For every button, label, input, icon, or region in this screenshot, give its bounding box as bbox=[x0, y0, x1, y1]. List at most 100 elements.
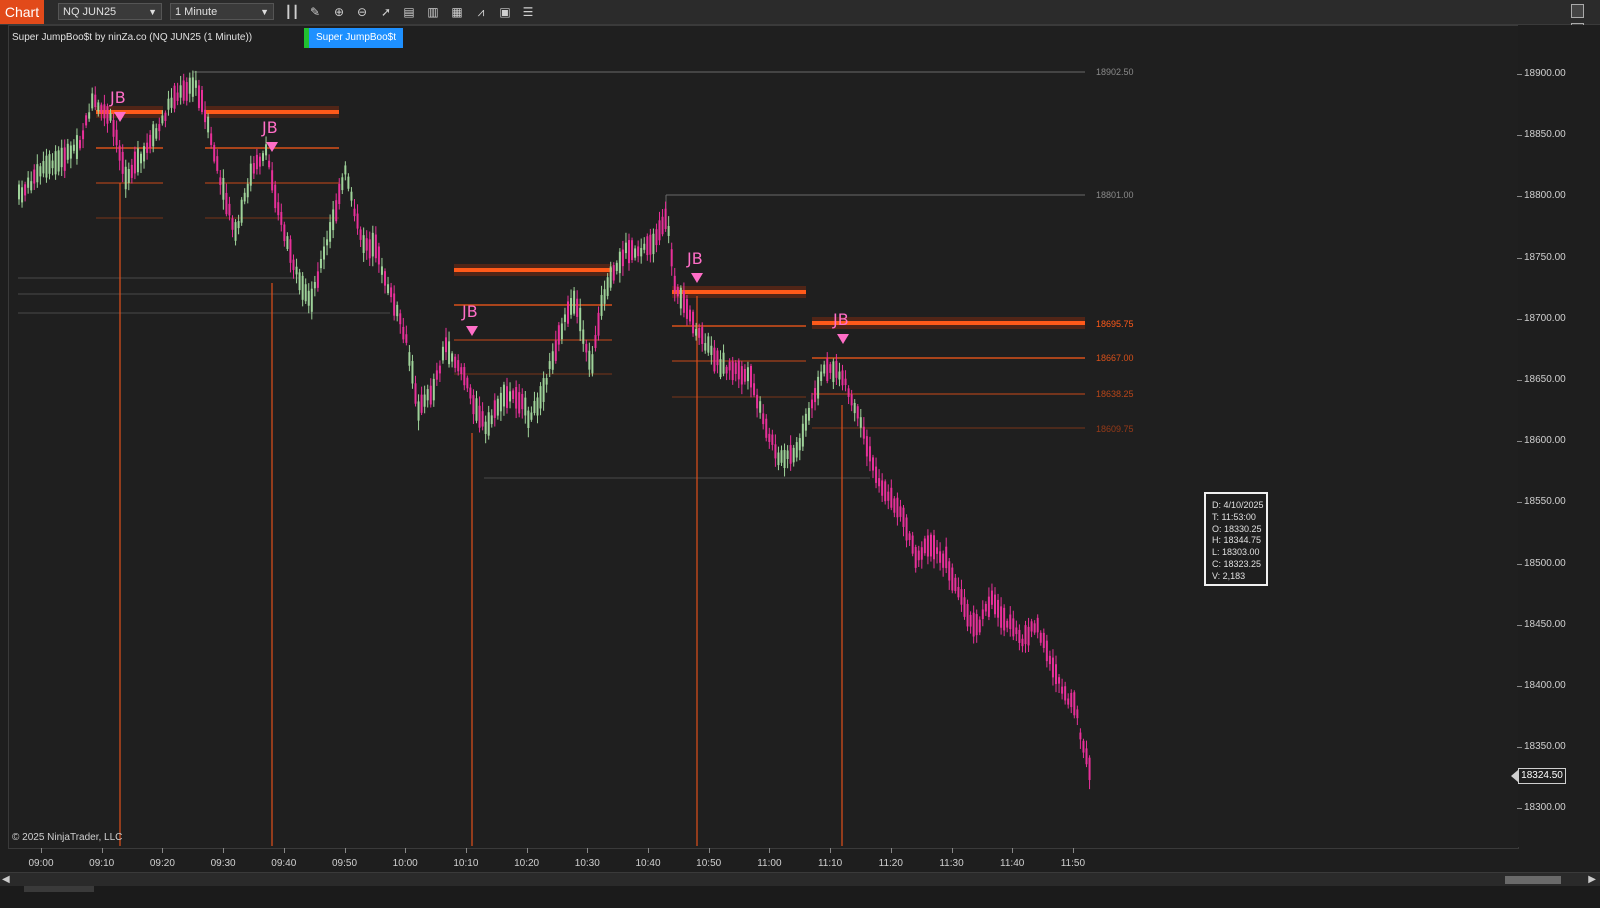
candle-body bbox=[740, 366, 743, 385]
candle-body bbox=[460, 367, 463, 374]
candle-body bbox=[887, 491, 890, 501]
candle-body bbox=[18, 184, 20, 200]
candle-body bbox=[390, 287, 393, 298]
candle-body bbox=[926, 535, 929, 557]
candle-body bbox=[695, 329, 698, 336]
candle-body bbox=[582, 329, 585, 344]
candle-body bbox=[277, 202, 280, 216]
candle-body bbox=[975, 614, 978, 636]
candle-body bbox=[804, 413, 807, 431]
candle-body bbox=[682, 291, 685, 313]
candle-body bbox=[356, 213, 359, 229]
candle-body bbox=[127, 169, 130, 183]
candle-body bbox=[997, 599, 1000, 618]
indicator-button[interactable]: Super JumpBoo$t bbox=[304, 28, 403, 48]
time-axis-label: 10:40 bbox=[635, 858, 661, 869]
candle-body bbox=[130, 164, 133, 178]
candle-body bbox=[780, 450, 783, 463]
candle-body bbox=[481, 411, 484, 427]
candle-body bbox=[1045, 640, 1048, 662]
jb-signal-label: JB bbox=[262, 118, 278, 137]
chart-tab[interactable] bbox=[24, 886, 94, 892]
data-box-time: T: 11:53:00 bbox=[1212, 511, 1256, 522]
candle-body bbox=[1079, 732, 1082, 740]
candle-body bbox=[152, 124, 155, 147]
scroll-thumb[interactable] bbox=[1505, 876, 1561, 884]
candle-body bbox=[893, 498, 896, 513]
candle-body bbox=[237, 221, 240, 229]
candle-body bbox=[423, 394, 426, 407]
candle-body bbox=[124, 166, 127, 190]
candle-body bbox=[847, 388, 850, 397]
candle-body bbox=[255, 154, 258, 170]
price-axis-label: 18750.00 bbox=[1524, 251, 1566, 263]
time-axis-tick bbox=[1072, 848, 1074, 853]
candle-body bbox=[210, 133, 213, 145]
candle-body bbox=[573, 290, 576, 314]
candle-body bbox=[347, 176, 350, 189]
time-axis-tick bbox=[951, 848, 953, 853]
candle-body bbox=[807, 407, 810, 421]
candle-body bbox=[768, 433, 771, 442]
candle-body bbox=[963, 597, 966, 617]
candle-body bbox=[631, 240, 634, 260]
time-axis-label: 09:30 bbox=[210, 858, 236, 869]
candle-body bbox=[640, 247, 643, 257]
candle-body bbox=[384, 271, 386, 286]
candle-body bbox=[106, 106, 109, 124]
candle-body bbox=[1033, 623, 1036, 633]
time-axis-tick bbox=[526, 848, 528, 853]
level-label: 18902.50 bbox=[1096, 67, 1134, 77]
candle-body bbox=[274, 184, 277, 209]
candle-body bbox=[890, 487, 893, 508]
candle-body bbox=[518, 392, 521, 414]
time-axis-label: 10:10 bbox=[453, 858, 479, 869]
candle-body bbox=[1018, 629, 1021, 643]
horizontal-scrollbar[interactable]: ◀ ▶ bbox=[0, 872, 1600, 887]
candle-body bbox=[323, 246, 325, 260]
sell-arrow-icon bbox=[837, 334, 849, 344]
time-axis-label: 11:50 bbox=[1060, 858, 1086, 869]
candle-body bbox=[1027, 626, 1030, 646]
candle-body bbox=[609, 266, 612, 288]
candle-body bbox=[689, 309, 691, 322]
candle-body bbox=[539, 386, 542, 409]
candle-body bbox=[841, 370, 844, 386]
sell-arrow-icon bbox=[266, 142, 278, 152]
candle-body bbox=[344, 165, 347, 175]
price-axis-tick bbox=[1517, 808, 1522, 810]
candle-body bbox=[472, 395, 475, 415]
candle-body bbox=[393, 293, 396, 316]
scroll-right-icon[interactable]: ▶ bbox=[1588, 874, 1596, 885]
candle-body bbox=[499, 392, 502, 412]
candle-body bbox=[960, 589, 963, 605]
candle-body bbox=[783, 449, 786, 469]
candle-body bbox=[216, 156, 219, 171]
candle-body bbox=[222, 177, 225, 200]
candle-body bbox=[1085, 748, 1088, 765]
time-axis-label: 09:20 bbox=[149, 858, 175, 869]
jb-signal-label: JB bbox=[110, 88, 126, 107]
candle-body bbox=[1051, 657, 1054, 678]
candle-body bbox=[637, 246, 640, 257]
time-axis-label: 10:00 bbox=[392, 858, 418, 869]
candle-body bbox=[725, 366, 728, 374]
candle-body bbox=[750, 365, 752, 388]
candle-body bbox=[350, 191, 353, 201]
candle-body bbox=[332, 209, 335, 231]
candle-body bbox=[426, 389, 429, 401]
time-axis-tick bbox=[41, 848, 42, 853]
candle-body bbox=[88, 112, 91, 119]
price-axis-label: 18600.00 bbox=[1524, 435, 1566, 447]
time-axis-tick bbox=[465, 848, 467, 853]
scroll-left-icon[interactable]: ◀ bbox=[2, 874, 10, 885]
candle-body bbox=[759, 401, 762, 413]
data-box-volume: V: 2,183 bbox=[1212, 570, 1246, 581]
candle-body bbox=[438, 365, 441, 374]
time-axis-tick bbox=[1012, 848, 1014, 853]
candle-body bbox=[618, 251, 621, 274]
indicator-label: Super JumpBoo$t by ninZa.co (NQ JUN25 (1… bbox=[12, 32, 253, 43]
candle-body bbox=[774, 444, 777, 459]
candle-body bbox=[823, 364, 826, 374]
candle-body bbox=[710, 345, 713, 355]
